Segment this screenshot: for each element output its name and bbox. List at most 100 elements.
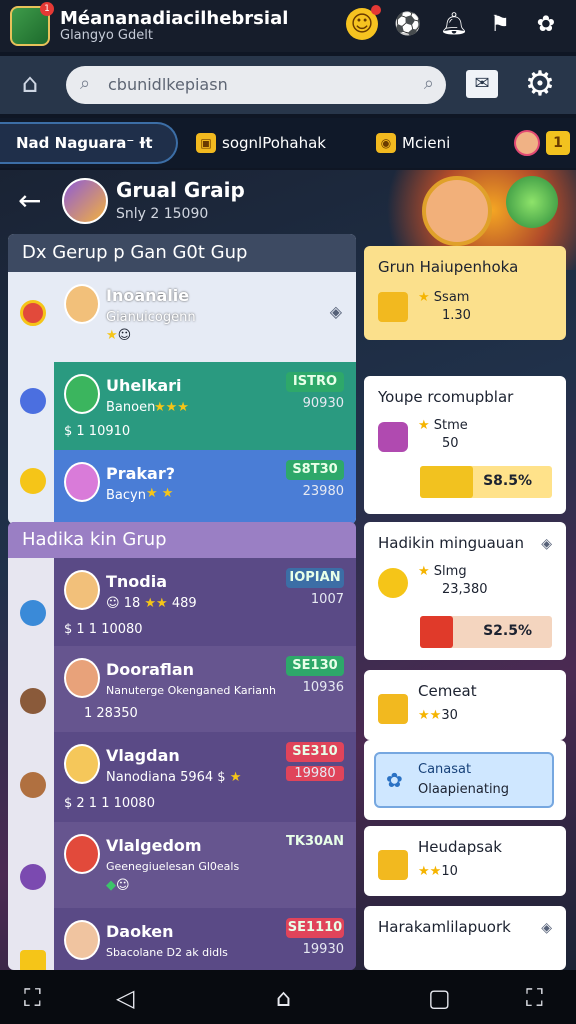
notification-badge: 1: [40, 2, 54, 16]
gear-icon[interactable]: ✿: [530, 8, 562, 40]
ninja-icon[interactable]: [20, 388, 46, 414]
notification-dot: [371, 5, 381, 15]
card-stat: ★ Ssam: [418, 290, 470, 305]
member-name: Vlagdan: [106, 746, 180, 765]
member-score: 90930: [302, 396, 344, 411]
settings-gear-icon[interactable]: ⚙: [520, 64, 560, 104]
avatar: [64, 658, 100, 698]
tab-mcieni[interactable]: ◉ Mcieni: [376, 122, 450, 164]
member-name: Uhelkari: [106, 376, 182, 395]
group-title: Grual Graip: [116, 178, 245, 202]
navigation-bar: ⛶ ◁ ⌂ ▢ ⛶: [0, 970, 576, 1024]
globe-icon[interactable]: [506, 176, 558, 228]
card-stat: ★★30: [418, 708, 458, 723]
card-title: Heudapsak: [418, 838, 502, 856]
list-item[interactable]: Prakar? Bacyn ★ ★ S8T30 23980: [54, 450, 356, 524]
gem-icon: [378, 422, 408, 452]
card-title: Grun Haiupenhoka: [378, 258, 519, 276]
gem-icon: ◆☺: [106, 878, 130, 893]
tab-profile[interactable]: 1: [514, 122, 570, 164]
helmet-icon[interactable]: [20, 600, 46, 626]
mail-icon[interactable]: ✉: [466, 70, 498, 98]
search-placeholder: cbunidlkepiasn: [108, 75, 228, 94]
soccer-icon[interactable]: ⚽: [392, 8, 424, 40]
tab-label: Mcieni: [402, 134, 451, 152]
back-icon[interactable]: ◁: [116, 984, 134, 1012]
expand-icon[interactable]: ⛶: [526, 984, 543, 1012]
member-meta: 1 28350: [84, 706, 138, 721]
ninja-icon[interactable]: [20, 864, 46, 890]
notice-text: Olaapienating: [418, 782, 510, 797]
diamond-icon[interactable]: ◈: [330, 302, 342, 321]
list-item[interactable]: Inoanalie Gianuicogenn ★☺ ◈: [54, 272, 356, 362]
section-icons: [8, 558, 54, 970]
list-item[interactable]: Uhelkari Banoen ★★★ $ 1 10910 ISTRO 9093…: [54, 362, 356, 450]
member-score: 23980: [302, 484, 344, 499]
member-score: 10936: [302, 680, 344, 695]
member-sub: Banoen: [106, 400, 156, 415]
info-card[interactable]: Cemeat ★★30: [364, 670, 566, 740]
member-rating: Nanodiana 5964 $ ★: [106, 770, 242, 785]
diamond-icon[interactable]: ◈: [541, 920, 552, 936]
info-card[interactable]: Youpe rcomupblar ★ Stme 50 S8.5%: [364, 376, 566, 514]
avatar: [514, 130, 540, 156]
tab-label: Nad Naguara⁻ Ɨt: [16, 134, 153, 152]
search-icon[interactable]: ⌕: [424, 73, 434, 94]
member-meta: $ 1 1 10080: [64, 622, 143, 637]
tab-bar: Nad Naguara⁻ Ɨt ▣ sognlPohahak ◉ Mcieni …: [0, 118, 576, 168]
card-stat: ★ Slmg: [418, 564, 467, 579]
progress-fill: [420, 466, 473, 498]
notice-box[interactable]: ✿ Canasat Olaapienating: [374, 752, 554, 808]
info-card[interactable]: ✿ Canasat Olaapienating: [364, 740, 566, 820]
recents-icon[interactable]: ▢: [428, 984, 451, 1012]
list-item[interactable]: Dooraflan Nanuterge Okenganed Karianh 1 …: [54, 646, 356, 732]
member-sub2: 489: [171, 596, 197, 611]
group-section: Dx Gerup p Gan G0t Gup Inoanalie Gianuic…: [8, 234, 356, 524]
home-icon[interactable]: ⌂: [14, 66, 46, 102]
member-sub: Sbacolane D2 ak didls: [106, 946, 228, 959]
tab-active[interactable]: Nad Naguara⁻ Ɨt: [0, 122, 178, 164]
character-image: [422, 176, 492, 246]
status-badge: TK30AN: [286, 834, 344, 849]
status-bar: 1 Méananadiacilhebrsial Glangyo Gdelt ☺ …: [0, 0, 576, 52]
info-card[interactable]: Harakamlilapuork ◈: [364, 906, 566, 970]
card-title: Harakamlilapuork: [378, 918, 511, 936]
list-item[interactable]: Vlalgedom Geenegiuelesan Gl0eals ◆☺ TK30…: [54, 822, 356, 908]
smiley-icon[interactable]: ☺: [346, 5, 381, 40]
tab-sognl[interactable]: ▣ sognlPohahak: [196, 122, 326, 164]
envelope-icon: [378, 694, 408, 724]
bell-icon[interactable]: 🔔︎: [438, 8, 470, 40]
list-item[interactable]: Vlagdan Nanodiana 5964 $ ★ $ 2 1 1 10080…: [54, 732, 356, 822]
home-icon[interactable]: ⌂: [276, 984, 291, 1012]
member-sub: Gianuicogenn: [106, 310, 196, 325]
screenshot-icon[interactable]: ⛶: [24, 984, 41, 1012]
shield-icon[interactable]: [20, 950, 46, 970]
card-stat: 1.30: [442, 308, 471, 323]
member-score: 19980: [286, 766, 344, 781]
member-sub: 18: [123, 596, 141, 611]
info-card[interactable]: Grun Haiupenhoka ★ Ssam 1.30: [364, 246, 566, 340]
member-name: Inoanalie: [106, 286, 190, 305]
search-input[interactable]: ⌕ cbunidlkepiasn ⌕: [66, 66, 446, 104]
character-icon[interactable]: [20, 688, 46, 714]
back-arrow-icon[interactable]: ←: [18, 184, 41, 217]
search-icon: ⌕: [80, 73, 91, 94]
medal-icon[interactable]: [20, 468, 46, 494]
group-subtitle: Snly 2 15090: [116, 206, 209, 222]
member-name: Dooraflan: [106, 660, 194, 679]
list-item[interactable]: Daoken Sbacolane D2 ak didls SE1110 1993…: [54, 908, 356, 970]
group-avatar: [62, 178, 108, 224]
list-item[interactable]: Tnodia ☺ 18 ★★ 489 $ 1 1 10080 IOPIAN 10…: [54, 558, 356, 646]
diamond-icon[interactable]: ◈: [541, 536, 552, 552]
count-badge: 1: [546, 131, 570, 155]
shield-icon[interactable]: [20, 300, 46, 326]
avatar: [64, 744, 100, 784]
section-title: Dx Gerup p Gan G0t Gup: [8, 234, 356, 272]
status-badge: S8T30: [286, 460, 344, 480]
flag-icon[interactable]: ⚑: [484, 8, 516, 40]
info-card[interactable]: Heudapsak ★★10: [364, 826, 566, 896]
app-icon[interactable]: 1: [10, 2, 54, 46]
bear-icon[interactable]: [20, 772, 46, 798]
info-card[interactable]: Hadikin minguauan ◈ ★ Slmg 23,380 S2.5%: [364, 522, 566, 660]
card-title: Youpe rcomupblar: [378, 388, 514, 406]
